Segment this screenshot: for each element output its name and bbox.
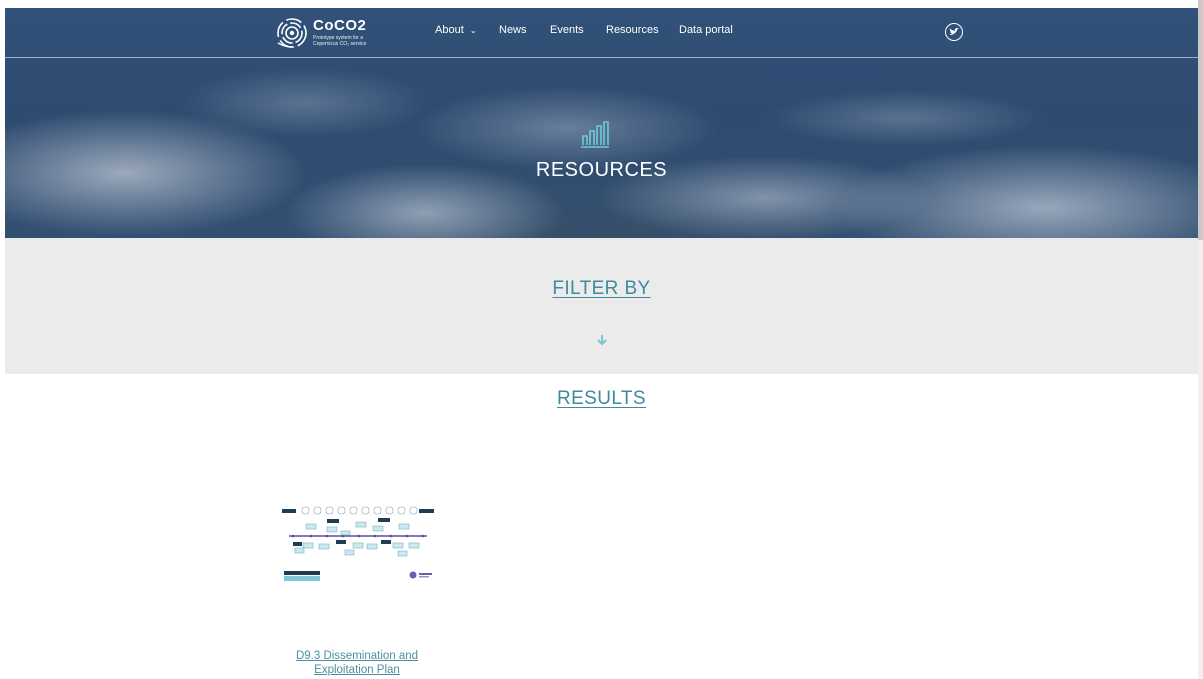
scrollbar-thumb[interactable] <box>1198 0 1203 240</box>
arrow-down-icon[interactable] <box>596 334 608 346</box>
timeline-diagram-image <box>282 506 434 581</box>
filter-section: FILTER BY <box>5 238 1198 374</box>
logo-name: CoCO2 <box>313 17 367 34</box>
nav-item-news[interactable]: News <box>499 24 527 36</box>
bar-chart-icon <box>581 121 609 148</box>
nav-item-about-label: About <box>435 24 464 36</box>
logo-swirl-icon <box>277 18 307 48</box>
result-thumbnail[interactable] <box>281 503 435 585</box>
nav-item-about[interactable]: About ⌄ <box>435 24 477 36</box>
result-title-link[interactable]: D9.3 Dissemination and Exploitation Plan <box>272 649 442 677</box>
results-heading: RESULTS <box>556 388 647 409</box>
page-scrollbar[interactable] <box>1198 0 1203 679</box>
logo-tagline: Prototype system for a Copernicus CO₂ se… <box>313 35 367 47</box>
chevron-down-icon: ⌄ <box>469 26 477 35</box>
nav-item-resources[interactable]: Resources <box>606 24 659 36</box>
nav-item-data-portal[interactable]: Data portal <box>679 24 733 36</box>
site-logo[interactable]: CoCO2 Prototype system for a Copernicus … <box>275 16 375 52</box>
nav-item-events[interactable]: Events <box>550 24 584 36</box>
nav-divider <box>5 57 1198 58</box>
filter-toggle[interactable]: FILTER BY <box>5 278 1198 300</box>
page-title: RESOURCES <box>535 159 668 181</box>
twitter-icon[interactable] <box>945 23 963 41</box>
hero-banner: CoCO2 Prototype system for a Copernicus … <box>5 8 1198 238</box>
